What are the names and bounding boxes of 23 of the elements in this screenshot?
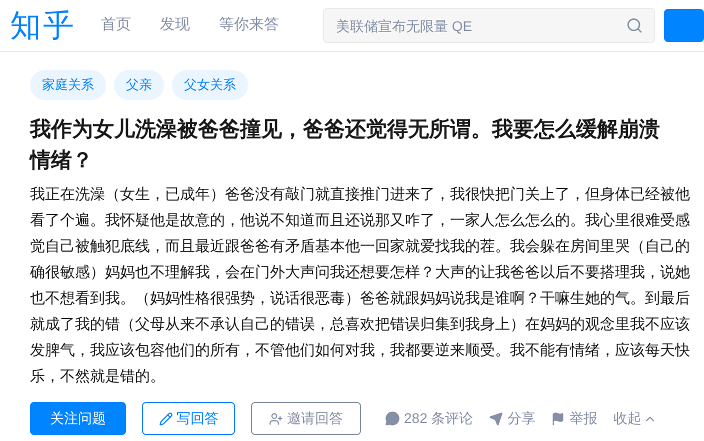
- topic-tag[interactable]: 家庭关系: [30, 70, 106, 100]
- nav-link[interactable]: 首页: [101, 14, 131, 37]
- nav-link[interactable]: 发现: [160, 14, 190, 37]
- topic-tag[interactable]: 父女关系: [172, 70, 248, 100]
- report-button[interactable]: 举报: [551, 408, 598, 429]
- write-answer-button[interactable]: 写回答: [142, 402, 235, 435]
- share-icon: [489, 412, 504, 426]
- add-user-icon: [269, 412, 283, 426]
- invite-button[interactable]: 邀请回答: [251, 402, 361, 435]
- pencil-icon: [158, 412, 172, 426]
- share-button[interactable]: 分享: [489, 408, 536, 429]
- logo[interactable]: 知乎: [10, 10, 101, 41]
- topic-tag[interactable]: 父亲: [114, 70, 164, 100]
- collapse-button[interactable]: 收起: [613, 408, 658, 429]
- flag-icon: [551, 412, 566, 426]
- comment-icon: [385, 411, 400, 426]
- comments-button[interactable]: 282 条评论: [385, 408, 474, 429]
- nav-link[interactable]: 等你来答: [219, 14, 279, 37]
- search-icon[interactable]: [626, 17, 643, 34]
- question-title: 我作为女儿洗澡被爸爸撞见，爸爸还觉得无所谓。我要怎么缓解崩溃情绪？: [30, 117, 661, 174]
- follow-button[interactable]: 关注问题: [30, 402, 126, 435]
- question-body: 我正在洗澡（女生，已成年）爸爸没有敲门就直接推门进来了，我很快把门关上了，但身体已经被他看了个遍。我怀疑他是故意的，他说不知道而且还说那又咋了，一家人怎么怎么的。我心里很难受感觉自己被触犯底线，而且最近跟爸爸有矛盾基本他一回家就爱找我的茬。我会躲在房间里哭（自己的确很敏感）妈妈也不理解我，会在门外大声问我还想要怎样？大声的让我爸爸以后不要搭理我，说她也不想看到我。（妈妈性格很强势，说话很恶毒）爸爸就跟妈妈说我是谁啊？干嘛生她的气。到最后就成了我的错（父母从来不承认自己的错误，总喜欢把错误归集到我身上）在妈妈的观念里我不应该发脾气，我应该包容他们的所有，不管他们如何对我，我都要逆来顺受。我不能有情绪，应该每天快乐，不然就是错的。: [30, 185, 691, 387]
- search-field[interactable]: 美联储宣布无限量 QE: [323, 8, 655, 43]
